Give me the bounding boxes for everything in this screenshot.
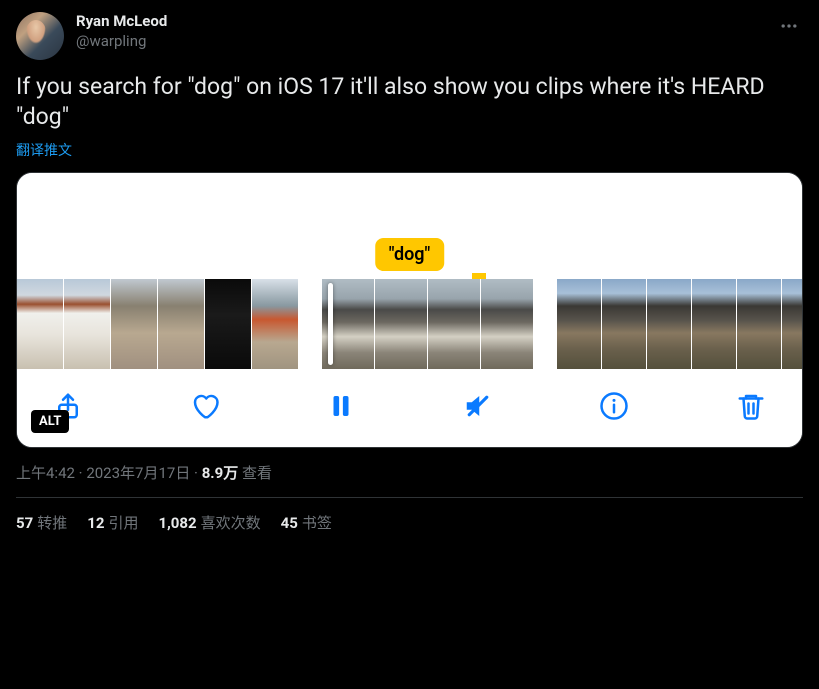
- heart-icon[interactable]: [188, 389, 222, 423]
- clip-group-1[interactable]: [17, 279, 298, 369]
- video-frame: [205, 279, 251, 369]
- trash-icon[interactable]: [734, 389, 768, 423]
- video-frame: [64, 279, 110, 369]
- player-controls: [17, 369, 802, 447]
- video-frame: [481, 279, 533, 369]
- divider: [16, 497, 803, 498]
- tweet-header: Ryan McLeod @warpling: [16, 12, 803, 60]
- tweet-container: Ryan McLeod @warpling If you search for …: [0, 0, 819, 545]
- retweets-stat[interactable]: 57转推: [16, 512, 67, 533]
- video-frame: [782, 279, 802, 369]
- search-term-badge: "dog": [375, 238, 445, 271]
- translate-link[interactable]: 翻译推文: [16, 140, 72, 160]
- user-info[interactable]: Ryan McLeod @warpling: [76, 12, 763, 51]
- clip-group-3[interactable]: [557, 279, 802, 369]
- views-count: 8.9万: [202, 464, 239, 482]
- likes-stat[interactable]: 1,082喜欢次数: [158, 512, 260, 533]
- info-icon[interactable]: [597, 389, 631, 423]
- tweet-text: If you search for "dog" on iOS 17 it'll …: [16, 72, 803, 132]
- avatar[interactable]: [16, 12, 64, 60]
- video-frame: [602, 279, 646, 369]
- pause-icon[interactable]: [324, 389, 358, 423]
- quotes-stat[interactable]: 12引用: [87, 512, 138, 533]
- video-frame: [375, 279, 427, 369]
- alt-badge[interactable]: ALT: [31, 410, 69, 433]
- clip-group-2[interactable]: [322, 279, 533, 369]
- video-frame: [428, 279, 480, 369]
- filmstrip[interactable]: [17, 279, 802, 369]
- playhead[interactable]: [328, 283, 333, 365]
- user-handle: @warpling: [76, 32, 763, 52]
- display-name: Ryan McLeod: [76, 12, 763, 32]
- tweet-time: 上午4:42: [16, 464, 75, 482]
- video-frame: [647, 279, 691, 369]
- bookmarks-stat[interactable]: 45书签: [281, 512, 332, 533]
- video-frame: [252, 279, 298, 369]
- media-card[interactable]: "dog": [16, 172, 803, 448]
- views-label: 查看: [238, 464, 272, 482]
- tweet-meta[interactable]: 上午4:42 · 2023年7月17日 · 8.9万 查看: [16, 462, 803, 483]
- tweet-date: 2023年7月17日: [86, 464, 190, 482]
- video-frame: [111, 279, 157, 369]
- video-frame: [557, 279, 601, 369]
- media-top-area: "dog": [17, 173, 802, 279]
- video-frame: [158, 279, 204, 369]
- mute-icon[interactable]: [461, 389, 495, 423]
- video-frame: [17, 279, 63, 369]
- more-icon[interactable]: [775, 12, 803, 45]
- stats-row: 57转推 12引用 1,082喜欢次数 45书签: [16, 512, 803, 533]
- video-frame: [692, 279, 736, 369]
- video-frame: [737, 279, 781, 369]
